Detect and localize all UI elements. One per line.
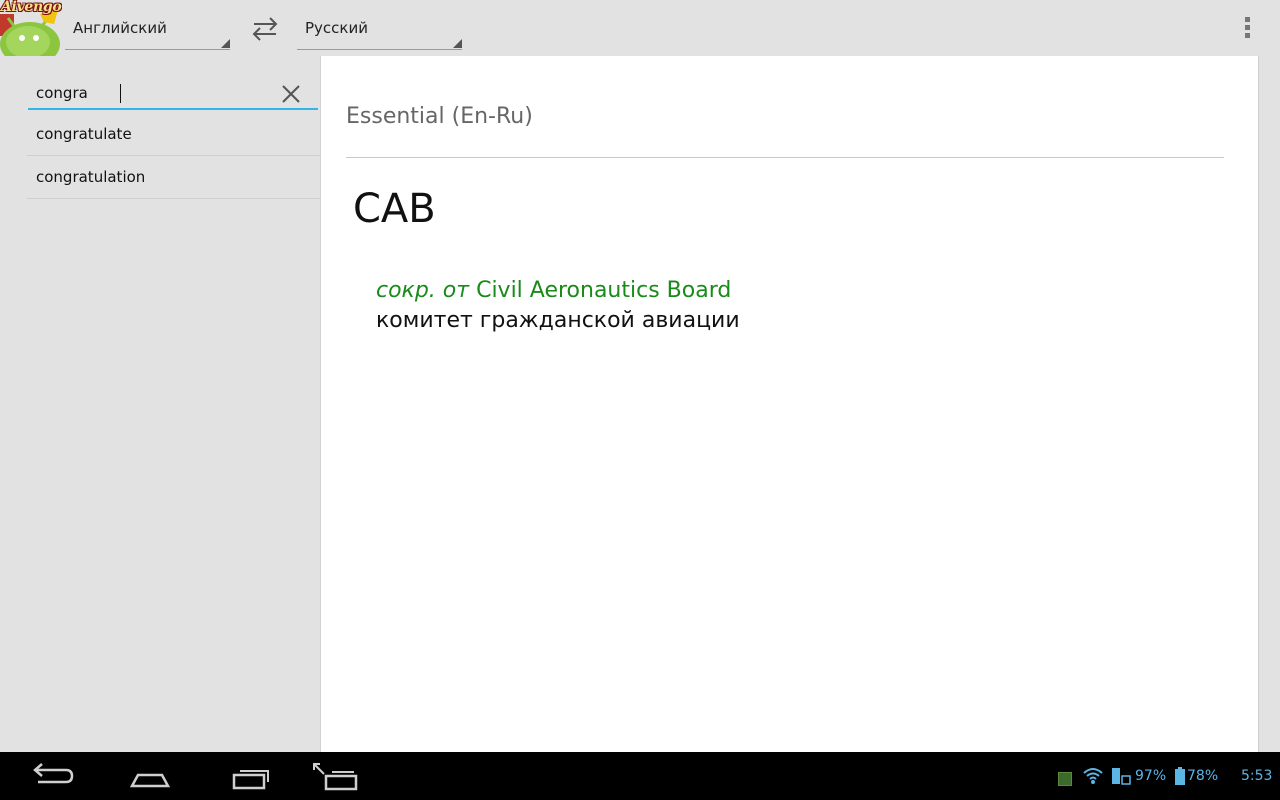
swap-languages-button[interactable] bbox=[248, 14, 282, 44]
search-box bbox=[28, 76, 318, 110]
recent-apps-button[interactable] bbox=[220, 760, 280, 794]
search-input[interactable] bbox=[36, 82, 266, 104]
fullscreen-button[interactable] bbox=[306, 760, 366, 794]
back-icon bbox=[33, 763, 74, 784]
action-bar: Aivengo73 Английский Русский bbox=[0, 0, 1280, 56]
recent-apps-icon bbox=[232, 770, 269, 790]
system-navigation-bar: 97% 78% 5:53 bbox=[0, 752, 1280, 800]
divider bbox=[346, 157, 1224, 158]
clear-search-button[interactable] bbox=[279, 82, 303, 106]
source-language-spinner[interactable]: Английский bbox=[65, 12, 230, 50]
article-panel: Essential (En-Ru) CAB сокр. от Civil Aer… bbox=[320, 56, 1259, 752]
close-icon bbox=[282, 85, 300, 103]
overflow-menu-icon bbox=[1245, 17, 1250, 38]
battery-icon bbox=[1175, 767, 1185, 785]
abbreviation-label: сокр. от bbox=[376, 278, 470, 303]
source-language-label: Английский bbox=[73, 19, 167, 37]
spinner-arrow-icon bbox=[221, 39, 230, 48]
home-button[interactable] bbox=[120, 760, 180, 794]
text-cursor bbox=[120, 84, 121, 103]
swap-arrows-icon bbox=[252, 17, 278, 41]
abbreviation-line: сокр. от Civil Aeronautics Board bbox=[376, 278, 731, 303]
suggestion-list: congratulate congratulation bbox=[27, 113, 320, 199]
fullscreen-icon bbox=[313, 763, 358, 791]
headword: CAB bbox=[353, 186, 436, 232]
spinner-arrow-icon bbox=[453, 39, 462, 48]
signal-percent: 97% bbox=[1135, 768, 1167, 784]
translation-text: комитет гражданской авиации bbox=[376, 308, 740, 333]
abbreviation-expansion[interactable]: Civil Aeronautics Board bbox=[476, 278, 731, 303]
target-language-spinner[interactable]: Русский bbox=[297, 12, 462, 50]
back-button[interactable] bbox=[22, 760, 82, 794]
storage-icon bbox=[1112, 768, 1131, 785]
dictionary-name: Essential (En-Ru) bbox=[346, 104, 533, 129]
logo-text: Aivengo73 bbox=[1, 0, 62, 15]
suggestion-item[interactable]: congratulate bbox=[27, 113, 320, 156]
target-language-label: Русский bbox=[305, 19, 368, 37]
clock[interactable]: 5:53 bbox=[1241, 768, 1272, 784]
suggestion-item[interactable]: congratulation bbox=[27, 156, 320, 199]
overflow-menu-button[interactable] bbox=[1236, 12, 1260, 44]
wifi-icon bbox=[1083, 768, 1103, 784]
home-icon bbox=[129, 773, 171, 788]
battery-percent: 78% bbox=[1187, 768, 1219, 784]
notification-icon[interactable] bbox=[1058, 772, 1072, 786]
app-logo[interactable]: Aivengo73 bbox=[0, 0, 62, 56]
